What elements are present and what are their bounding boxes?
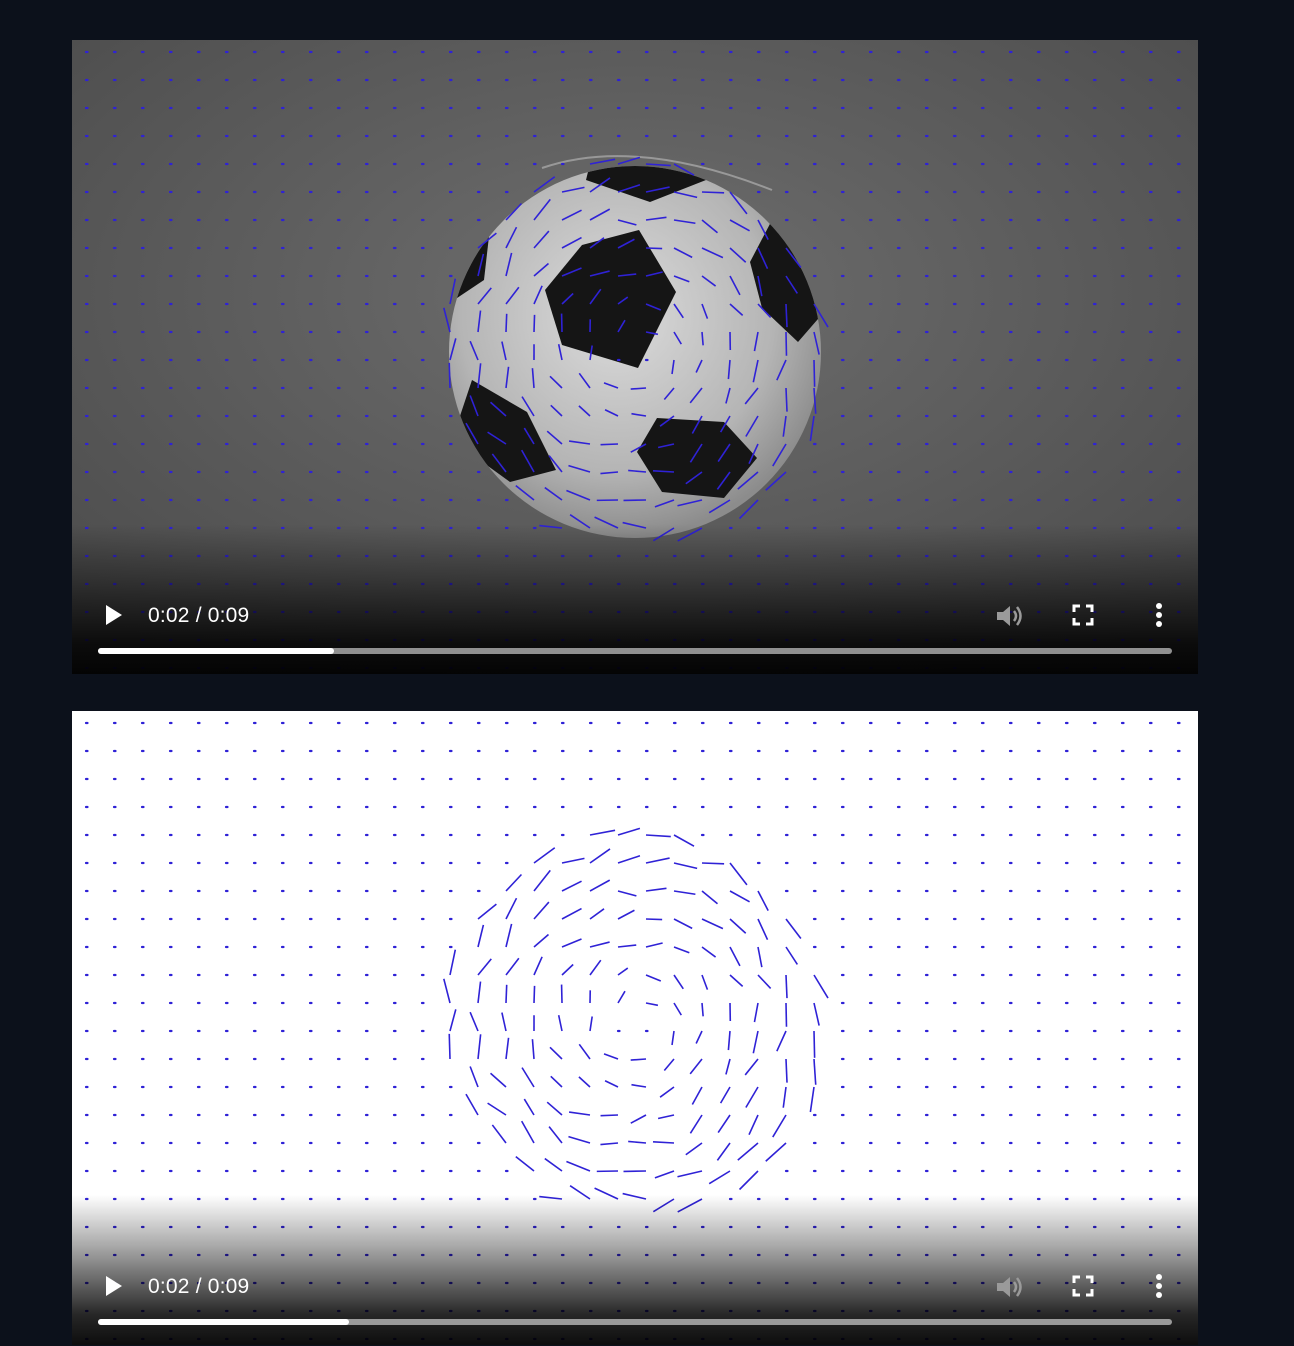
flow-vector [813, 1030, 816, 1058]
volume-icon [997, 1277, 1022, 1297]
more-options-icon [1156, 603, 1162, 627]
time-display: 0:02/0:09 [148, 1275, 249, 1299]
more-options-button[interactable] [1144, 1271, 1174, 1301]
flow-vector [533, 314, 536, 333]
play-button[interactable] [98, 1271, 128, 1301]
current-time: 0:02 [148, 1275, 190, 1298]
progress-fill [98, 648, 335, 654]
flow-vector [600, 1114, 619, 1117]
time-separator: / [195, 1275, 202, 1298]
fullscreen-icon [1072, 604, 1094, 626]
play-icon [106, 1276, 122, 1296]
more-options-button[interactable] [1144, 600, 1174, 630]
flow-vector [785, 303, 788, 328]
duration: 0:09 [207, 604, 250, 627]
flow-vector [645, 918, 663, 921]
fullscreen-button[interactable] [1068, 1271, 1098, 1301]
time-separator: / [195, 604, 202, 627]
flow-vector [505, 313, 508, 333]
flow-vector [701, 862, 725, 865]
current-time: 0:02 [148, 604, 190, 627]
play-icon [106, 605, 122, 625]
flow-vector [448, 362, 451, 389]
flow-vector [813, 359, 816, 387]
flow-vector [785, 1058, 788, 1083]
video-controls: 0:02/0:09 [72, 564, 1198, 674]
flow-vector [785, 974, 788, 999]
flow-vector [448, 1033, 451, 1060]
volume-button[interactable] [992, 1271, 1024, 1303]
video-player-flow[interactable]: 0:02/0:09 [72, 711, 1198, 1345]
time-display: 0:02/0:09 [148, 604, 249, 628]
flow-vector [785, 387, 788, 412]
video-player-original[interactable]: 0:02/0:09 [72, 40, 1198, 674]
video-controls: 0:02/0:09 [72, 1235, 1198, 1345]
more-options-icon [1156, 1274, 1162, 1298]
progress-bar[interactable] [98, 1319, 1172, 1325]
flow-vector [701, 331, 704, 346]
flow-vector [630, 1058, 647, 1061]
play-button[interactable] [98, 600, 128, 630]
fullscreen-button[interactable] [1068, 600, 1098, 630]
flow-vector [533, 985, 536, 1004]
fullscreen-icon [1072, 1275, 1094, 1297]
flow-vector [645, 247, 663, 250]
volume-button[interactable] [992, 600, 1024, 632]
flow-vector [600, 443, 619, 446]
progress-fill [98, 1319, 350, 1325]
flow-vector [630, 387, 647, 390]
duration: 0:09 [207, 1275, 250, 1298]
progress-bar[interactable] [98, 648, 1172, 654]
flow-vector [701, 1002, 704, 1017]
flow-vector [505, 984, 508, 1004]
flow-vector [701, 191, 725, 194]
volume-icon [997, 606, 1022, 626]
